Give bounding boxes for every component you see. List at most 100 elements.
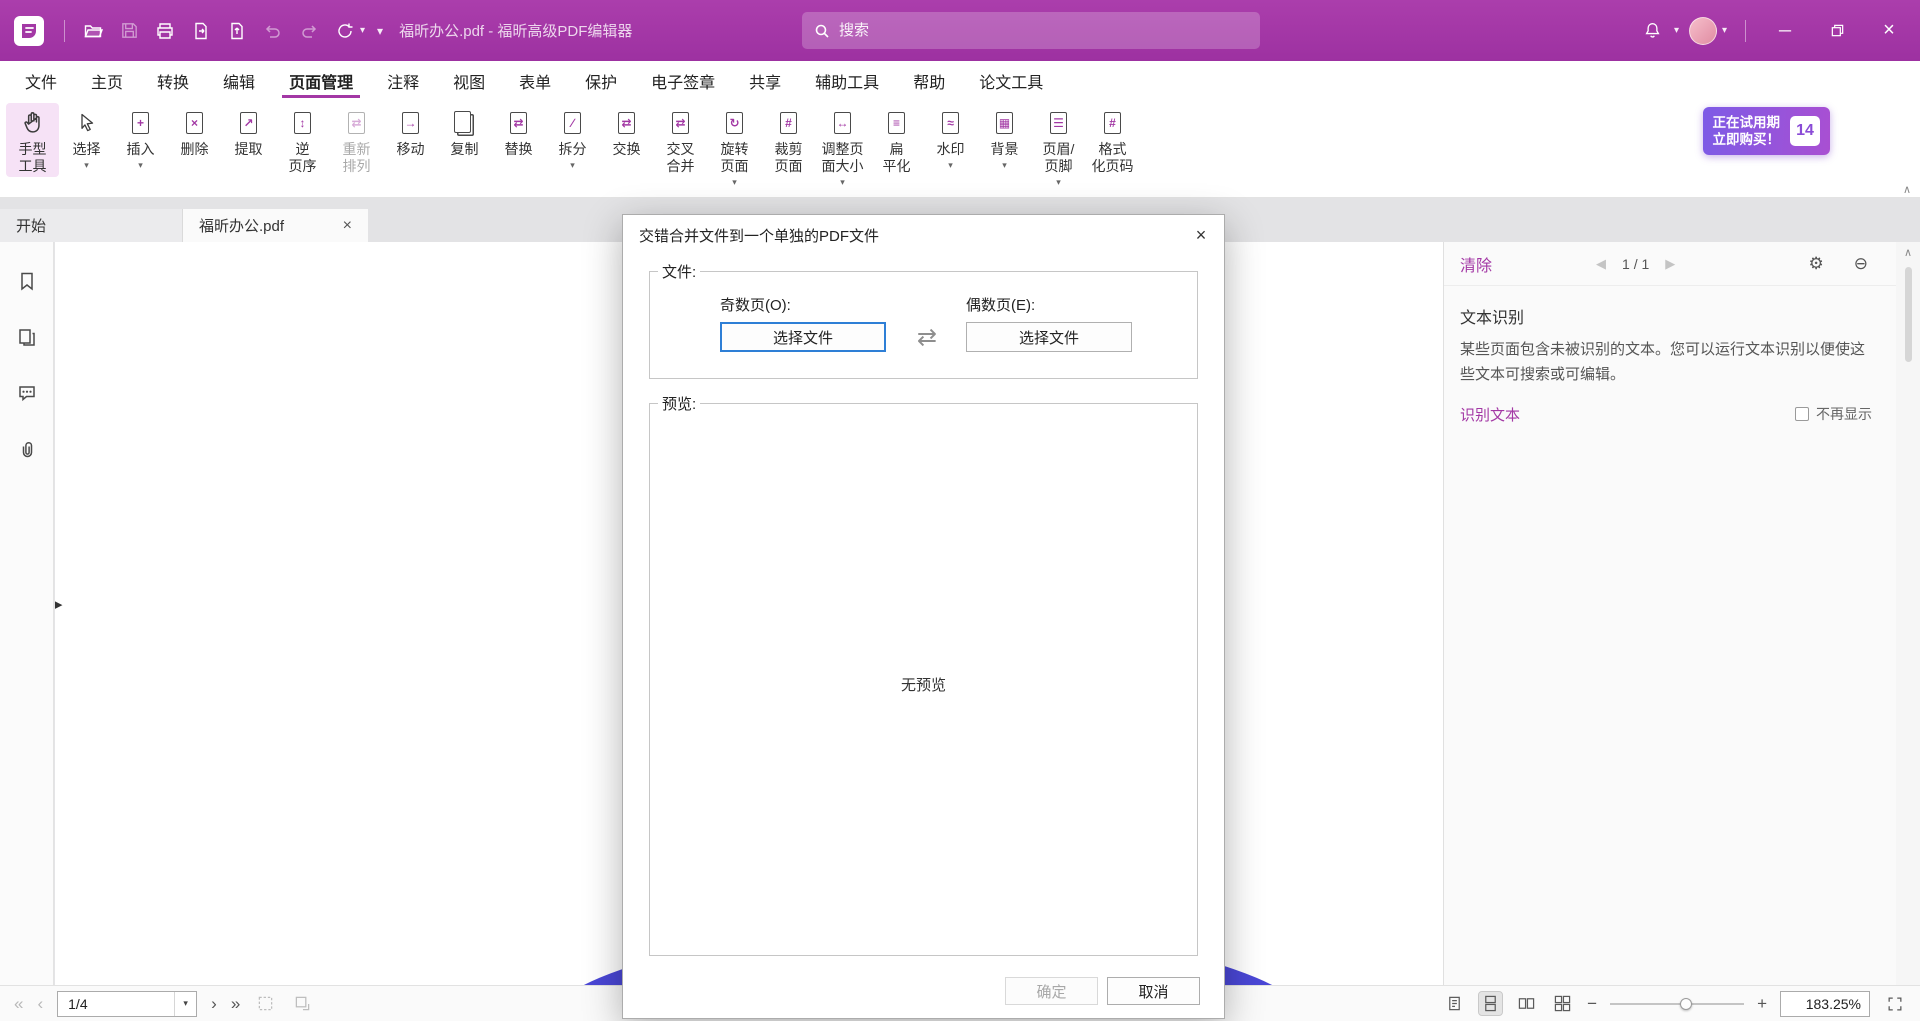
menu-item-辅助工具[interactable]: 辅助工具 <box>798 61 896 98</box>
zoom-out-icon[interactable]: − <box>1587 994 1597 1014</box>
chevron-down-icon: ▾ <box>732 177 737 187</box>
chevron-down-icon[interactable]: ▾ <box>1722 25 1727 36</box>
ribbon-button-水印[interactable]: ≈水印▾ <box>924 103 977 172</box>
fullscreen-icon[interactable] <box>1883 992 1906 1015</box>
zoom-slider-thumb[interactable] <box>1680 998 1692 1010</box>
ribbon-button-调整页面大小[interactable]: ↔调整页面大小▾ <box>816 103 869 189</box>
minimize-button[interactable]: ─ <box>1764 10 1806 52</box>
chevron-down-icon[interactable]: ▾ <box>360 25 365 36</box>
last-page-icon[interactable]: » <box>231 995 240 1012</box>
snapshot-icon[interactable] <box>254 992 277 1015</box>
zoom-in-icon[interactable]: + <box>1757 994 1767 1014</box>
ribbon-button-复制[interactable]: 复制 <box>438 103 491 160</box>
pages-panel-icon[interactable] <box>14 324 40 350</box>
tab-start[interactable]: 开始 <box>0 209 183 242</box>
attachments-panel-icon[interactable] <box>14 436 40 462</box>
menu-item-注释[interactable]: 注释 <box>370 61 436 98</box>
dont-show-checkbox[interactable] <box>1795 407 1809 421</box>
panel-expand-handle[interactable]: ▶ <box>55 598 62 611</box>
ribbon-button-提取[interactable]: ↗提取 <box>222 103 275 160</box>
print-icon[interactable] <box>149 15 181 47</box>
menu-item-页面管理[interactable]: 页面管理 <box>272 61 370 98</box>
menu-item-文件[interactable]: 文件 <box>8 61 74 98</box>
menu-item-视图[interactable]: 视图 <box>436 61 502 98</box>
search-input[interactable] <box>839 22 1248 39</box>
clipboard-view-icon[interactable] <box>291 992 314 1015</box>
recognize-text-link[interactable]: 识别文本 <box>1460 404 1520 425</box>
trial-purchase-badge[interactable]: 正在试用期 立即购买！ 14 <box>1703 107 1831 155</box>
menu-item-表单[interactable]: 表单 <box>502 61 568 98</box>
zoom-slider-track <box>1610 1003 1744 1005</box>
chevron-down-icon[interactable]: ▾ <box>174 992 196 1016</box>
ribbon-button-插入[interactable]: +插入▾ <box>114 103 167 172</box>
menu-item-帮助[interactable]: 帮助 <box>896 61 962 98</box>
choose-even-file-button[interactable]: 选择文件 <box>966 322 1132 352</box>
open-file-icon[interactable] <box>77 15 109 47</box>
page-back-icon[interactable]: ◀ <box>1596 256 1606 272</box>
user-avatar[interactable] <box>1689 17 1717 45</box>
clear-button[interactable]: 清除 <box>1460 252 1492 276</box>
ribbon-collapse-icon[interactable]: ∧ <box>1903 183 1911 196</box>
menu-item-编辑[interactable]: 编辑 <box>206 61 272 98</box>
ribbon-button-删除[interactable]: ×删除 <box>168 103 221 160</box>
share-doc-icon[interactable] <box>221 15 253 47</box>
tab-document[interactable]: 福昕办公.pdf × <box>183 209 368 242</box>
scroll-up-icon[interactable]: ∧ <box>1904 246 1912 259</box>
dont-show-again[interactable]: 不再显示 <box>1795 404 1872 424</box>
ribbon-button-手型工具[interactable]: 手型工具 <box>6 103 59 177</box>
menu-item-主页[interactable]: 主页 <box>74 61 140 98</box>
restore-button[interactable] <box>1816 10 1858 52</box>
page-number-value[interactable]: 1/4 <box>58 996 174 1012</box>
tab-close-icon[interactable]: × <box>343 217 352 235</box>
cancel-button[interactable]: 取消 <box>1107 977 1200 1005</box>
ribbon-button-逆页序[interactable]: ↕逆页序 <box>276 103 329 177</box>
ribbon-button-背景[interactable]: ▦背景▾ <box>978 103 1031 172</box>
titlebar-divider <box>1745 20 1746 42</box>
ok-button: 确定 <box>1005 977 1098 1005</box>
zoom-slider[interactable] <box>1610 993 1744 1015</box>
ribbon-button-裁剪页面[interactable]: #裁剪页面 <box>762 103 815 177</box>
sync-icon[interactable] <box>329 15 361 47</box>
menu-item-保护[interactable]: 保护 <box>568 61 634 98</box>
bookmarks-panel-icon[interactable] <box>14 268 40 294</box>
search-box[interactable] <box>802 12 1260 49</box>
page-number-control[interactable]: 1/4 ▾ <box>57 991 197 1017</box>
next-page-icon[interactable]: › <box>211 995 217 1012</box>
ribbon-button-格式化页码[interactable]: #格式化页码 <box>1086 103 1139 177</box>
facing-view-icon[interactable] <box>1515 992 1538 1015</box>
ribbon-button-选择[interactable]: 选择▾ <box>60 103 113 172</box>
ribbon-button-拆分[interactable]: ∕拆分▾ <box>546 103 599 172</box>
scrollbar-thumb[interactable] <box>1905 267 1912 362</box>
dialog-close-icon[interactable]: × <box>1178 215 1224 255</box>
prev-page-icon[interactable]: ‹ <box>37 995 43 1012</box>
ribbon-button-替换[interactable]: ⇄替换 <box>492 103 545 160</box>
menu-item-转换[interactable]: 转换 <box>140 61 206 98</box>
menu-item-论文工具[interactable]: 论文工具 <box>962 61 1060 98</box>
ribbon-button-旋转页面[interactable]: ↻旋转页面▾ <box>708 103 761 189</box>
ribbon-button-扁平化[interactable]: ≡扁平化 <box>870 103 923 177</box>
page-forward-icon[interactable]: ▶ <box>1665 256 1675 272</box>
close-button[interactable]: × <box>1868 10 1910 52</box>
collapse-panel-icon[interactable]: ⊖ <box>1854 254 1868 274</box>
ribbon-button-交叉合并[interactable]: ⇄交叉合并 <box>654 103 707 177</box>
page-interleave-icon: ⇄ <box>672 108 689 138</box>
foxit-logo[interactable] <box>14 16 44 46</box>
continuous-view-icon[interactable] <box>1479 992 1502 1015</box>
comments-panel-icon[interactable] <box>14 380 40 406</box>
single-page-view-icon[interactable] <box>1443 992 1466 1015</box>
export-pdf-icon[interactable] <box>185 15 217 47</box>
ribbon-button-移动[interactable]: →移动 <box>384 103 437 160</box>
gear-icon[interactable]: ⚙ <box>1809 254 1824 274</box>
menu-item-电子签章[interactable]: 电子签章 <box>634 61 732 98</box>
facing-continuous-view-icon[interactable] <box>1551 992 1574 1015</box>
ribbon-button-页眉页脚[interactable]: ☰页眉/页脚▾ <box>1032 103 1085 189</box>
choose-odd-file-button[interactable]: 选择文件 <box>720 322 886 352</box>
toolbar-customize-icon[interactable]: ▾ <box>377 24 383 38</box>
first-page-icon[interactable]: « <box>14 995 23 1012</box>
ribbon-button-交换[interactable]: ⇄交换 <box>600 103 653 160</box>
zoom-level-field[interactable]: 183.25% <box>1780 991 1870 1017</box>
menu-item-共享[interactable]: 共享 <box>732 61 798 98</box>
vertical-scrollbar[interactable]: ∧ <box>1896 242 1920 985</box>
notification-bell-icon[interactable] <box>1637 15 1669 47</box>
chevron-down-icon[interactable]: ▾ <box>1674 25 1679 36</box>
